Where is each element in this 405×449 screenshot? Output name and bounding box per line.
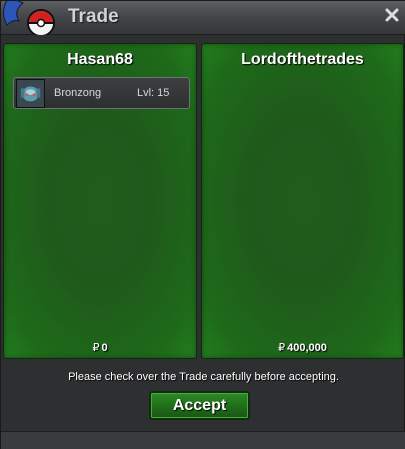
pokemon-name: Bronzong	[54, 87, 102, 99]
pokemon-level: Lvl: 15	[137, 87, 170, 99]
partner-trainer-name: Lordofthetrades	[241, 51, 364, 68]
partner-offer-panel: Lordofthetrades ₽400,000	[201, 43, 404, 359]
my-money-amount: 0	[101, 342, 108, 354]
partner-money-offer: ₽400,000	[202, 341, 403, 354]
window-footer	[1, 431, 405, 449]
title-bar[interactable]: Trade	[1, 1, 405, 35]
my-offer-panel: Hasan68 Bronzong Lvl: 15 ₽0	[3, 43, 197, 359]
offered-pokemon-slot[interactable]: Bronzong Lvl: 15	[13, 77, 190, 109]
my-trainer-name: Hasan68	[67, 51, 133, 68]
trade-warning-text: Please check over the Trade carefully be…	[68, 371, 339, 383]
pokedollar-icon: ₽	[92, 342, 100, 354]
pokedollar-icon: ₽	[278, 342, 286, 354]
my-money-offer: ₽0	[4, 341, 196, 354]
pokeball-logo-icon	[3, 1, 55, 35]
trade-window: Trade Hasan68 Bronzong Lvl: 15 ₽0 Lordof…	[0, 0, 405, 449]
close-icon[interactable]	[384, 7, 400, 23]
partner-money-amount: 400,000	[287, 342, 327, 354]
bronzong-sprite-icon	[16, 79, 45, 108]
accept-button[interactable]: Accept	[149, 391, 250, 420]
window-title: Trade	[68, 6, 119, 27]
